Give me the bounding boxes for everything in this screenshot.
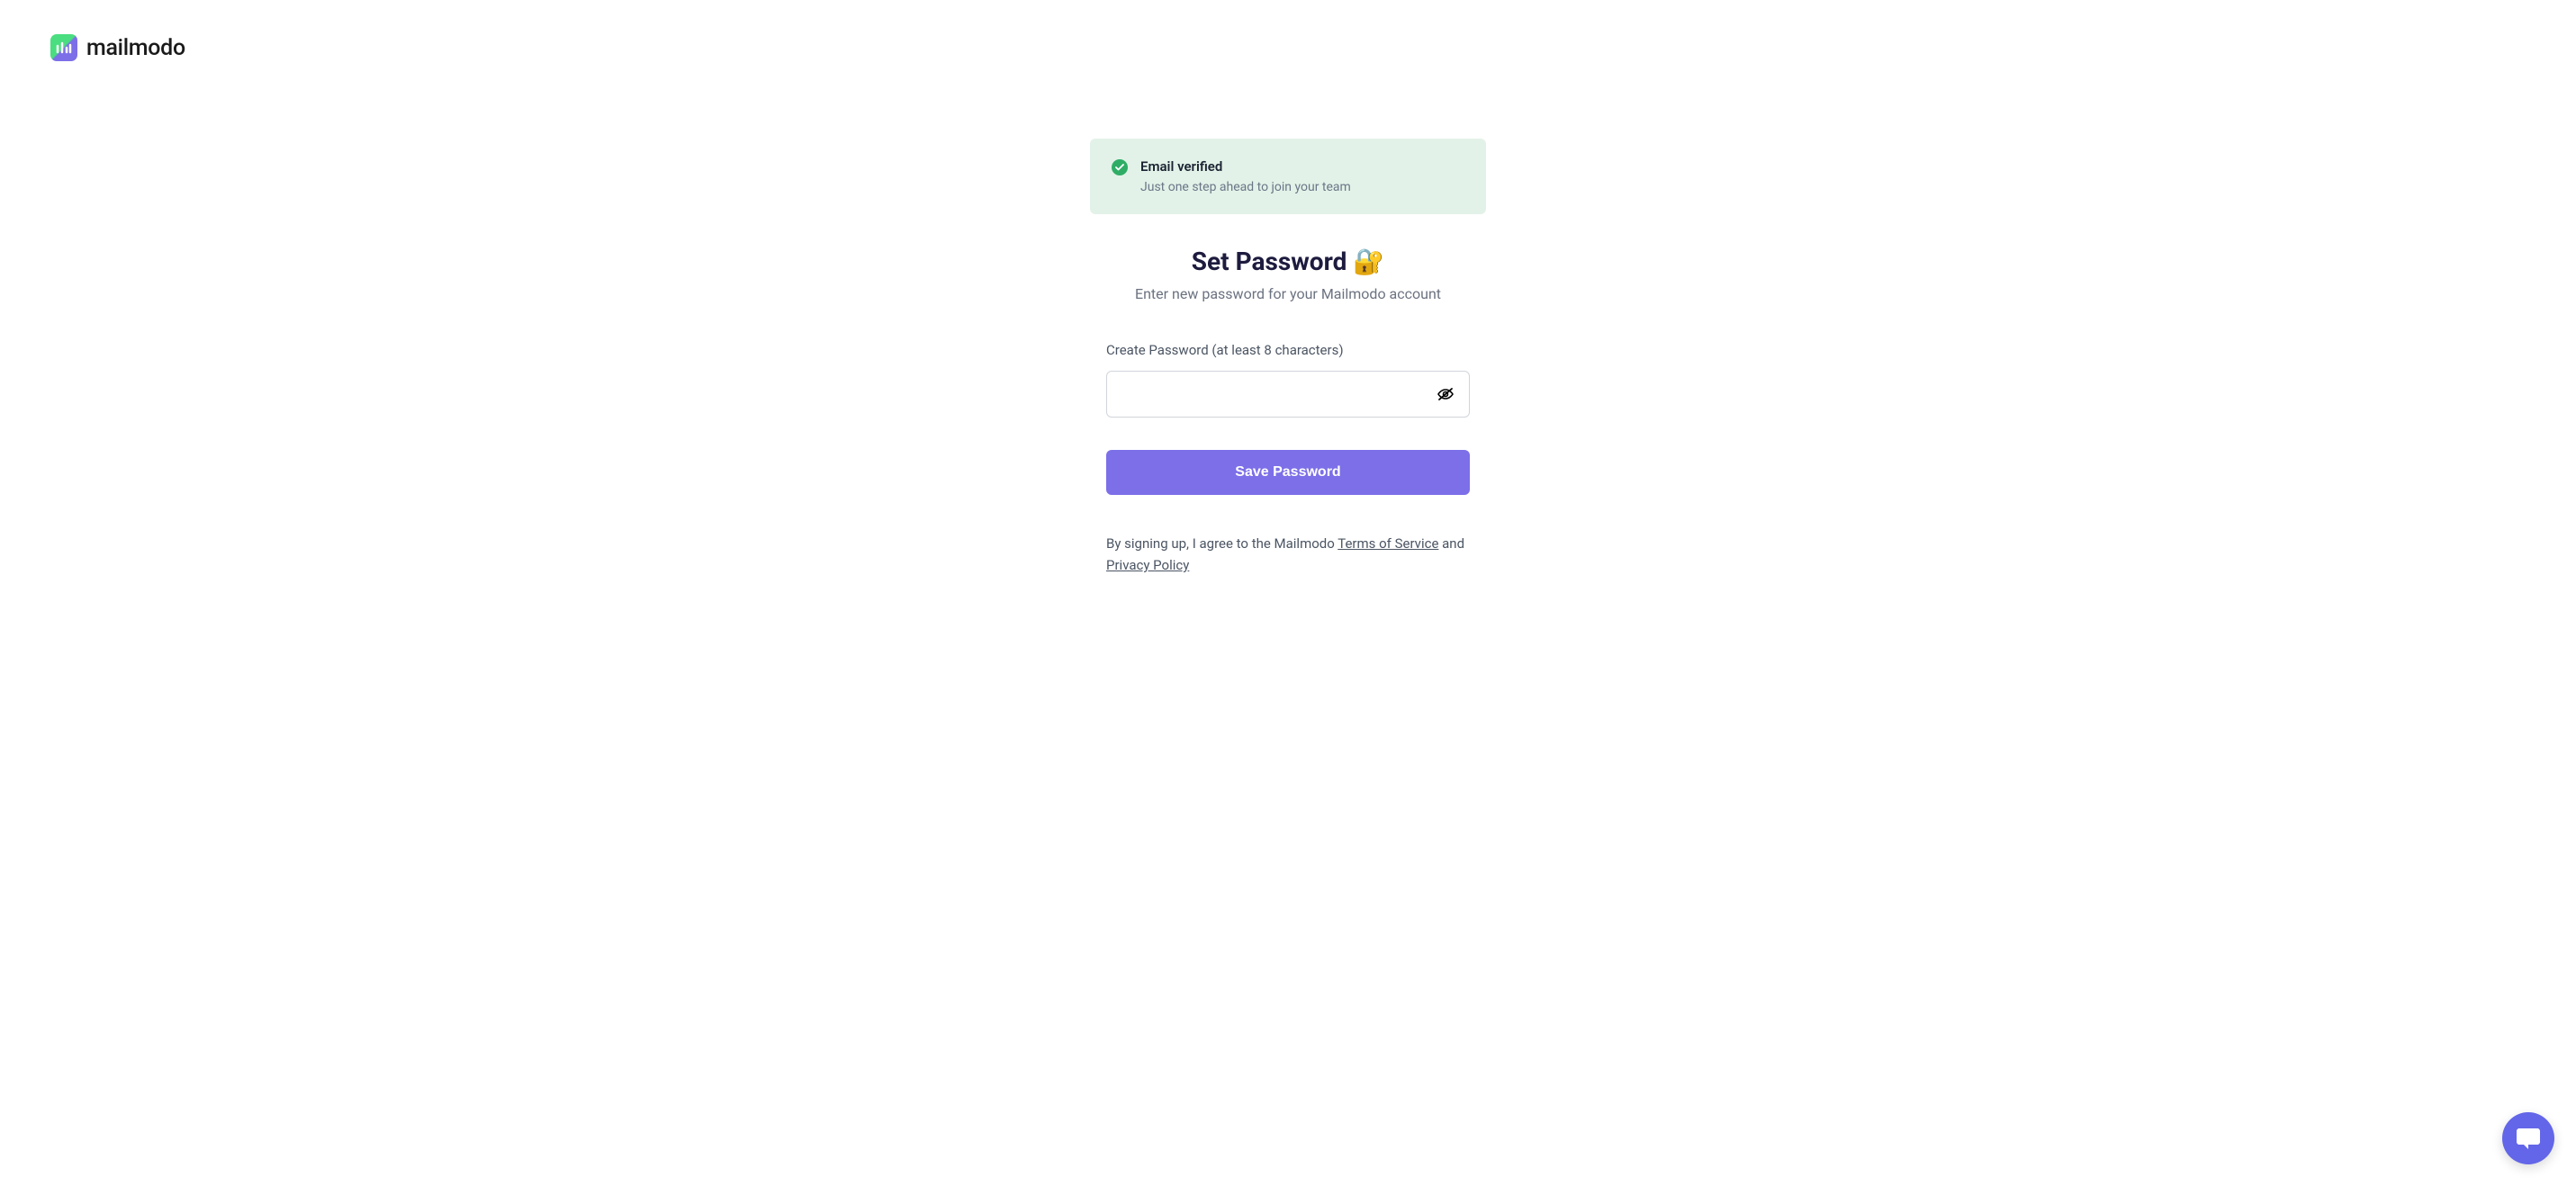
success-alert: Email verified Just one step ahead to jo… xyxy=(1090,139,1486,214)
password-label: Create Password (at least 8 characters) xyxy=(1106,342,1470,358)
password-input-wrapper xyxy=(1106,371,1470,418)
alert-title: Email verified xyxy=(1140,158,1351,175)
terms-connector: and xyxy=(1438,535,1464,552)
brand-name: mailmodo xyxy=(86,35,185,61)
alert-content: Email verified Just one step ahead to jo… xyxy=(1140,158,1351,194)
eye-off-icon xyxy=(1437,387,1454,401)
header: mailmodo xyxy=(0,0,2576,95)
save-password-button[interactable]: Save Password xyxy=(1106,450,1470,495)
brand-logo: mailmodo xyxy=(50,34,2526,61)
toggle-password-visibility-button[interactable] xyxy=(1434,383,1457,405)
alert-subtitle: Just one step ahead to join your team xyxy=(1140,180,1351,194)
chat-bubble-icon xyxy=(2515,1126,2542,1151)
chat-widget-button[interactable] xyxy=(2502,1112,2554,1164)
page-title: Set Password 🔐 xyxy=(1192,247,1384,276)
password-input[interactable] xyxy=(1106,371,1470,418)
set-password-form: Create Password (at least 8 characters) … xyxy=(1106,342,1470,576)
brand-logo-icon xyxy=(50,34,77,61)
privacy-policy-link[interactable]: Privacy Policy xyxy=(1106,557,1189,573)
check-circle-icon xyxy=(1112,159,1128,175)
page-subtitle: Enter new password for your Mailmodo acc… xyxy=(1135,285,1441,302)
terms-text: By signing up, I agree to the Mailmodo T… xyxy=(1106,533,1470,576)
terms-of-service-link[interactable]: Terms of Service xyxy=(1338,535,1438,552)
terms-prefix: By signing up, I agree to the Mailmodo xyxy=(1106,535,1338,552)
main-content: Email verified Just one step ahead to jo… xyxy=(0,95,2576,576)
